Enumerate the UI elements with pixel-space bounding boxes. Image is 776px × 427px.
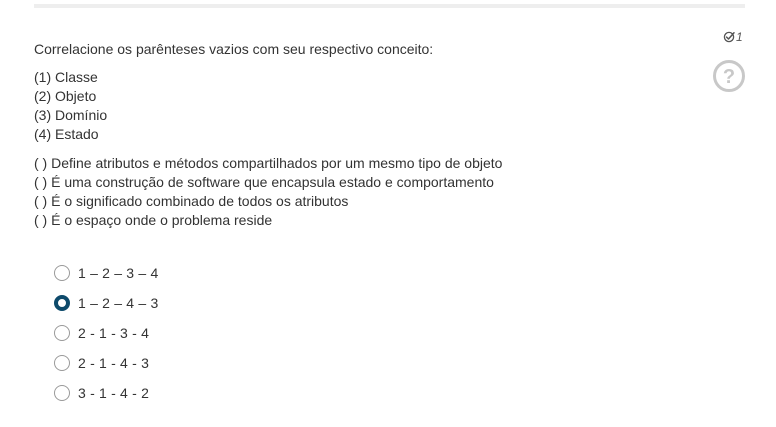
answer-option-label: 2 - 1 - 3 - 4 [78,325,150,341]
answer-options: 1 – 2 – 3 – 4 1 – 2 – 4 – 3 2 - 1 - 3 - … [54,258,158,408]
answer-option-label: 1 – 2 – 4 – 3 [78,295,159,311]
answer-option[interactable]: 1 – 2 – 4 – 3 [54,288,158,318]
help-circle-icon[interactable]: ? [712,59,746,93]
svg-text:?: ? [723,66,735,88]
answer-option[interactable]: 3 - 1 - 4 - 2 [54,378,158,408]
statement-item: ( ) É uma construção de software que enc… [34,174,494,190]
concept-item: (1) Classe [34,69,98,85]
radio-button[interactable] [54,265,70,281]
statement-item: ( ) Define atributos e métodos compartil… [34,155,503,171]
question-content: Correlacione os parênteses vazios com se… [34,40,714,230]
answer-option-label: 1 – 2 – 3 – 4 [78,265,159,281]
answer-option[interactable]: 1 – 2 – 3 – 4 [54,258,158,288]
concept-item: (2) Objeto [34,88,97,104]
radio-button[interactable] [54,295,70,311]
statement-item: ( ) É o significado combinado de todos o… [34,193,349,209]
question-number: 1 [736,30,743,44]
top-divider [34,4,745,8]
check-circle-icon [723,31,735,43]
concept-list: (1) Classe (2) Objeto (3) Domínio (4) Es… [34,68,714,144]
answer-option-label: 3 - 1 - 4 - 2 [78,385,150,401]
radio-button[interactable] [54,325,70,341]
radio-button[interactable] [54,385,70,401]
question-stem: Correlacione os parênteses vazios com se… [34,41,434,57]
concept-item: (4) Estado [34,126,99,142]
concept-item: (3) Domínio [34,107,108,123]
statement-item: ( ) É o espaço onde o problema reside [34,212,273,228]
answer-option[interactable]: 2 - 1 - 4 - 3 [54,348,158,378]
radio-button[interactable] [54,355,70,371]
answer-option-label: 2 - 1 - 4 - 3 [78,355,150,371]
statement-list: ( ) Define atributos e métodos compartil… [34,154,714,230]
answer-option[interactable]: 2 - 1 - 3 - 4 [54,318,158,348]
question-number-badge: 1 [723,30,743,44]
